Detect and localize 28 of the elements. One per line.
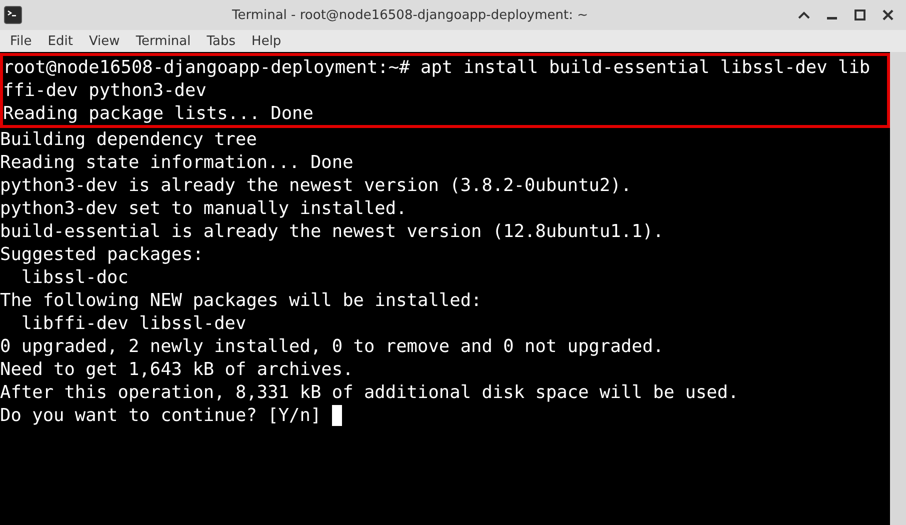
terminal-line: ffi-dev python3-dev bbox=[3, 79, 206, 102]
terminal-line: build-essential is already the newest version (12.8ubuntu1.1). bbox=[0, 220, 664, 243]
menu-item[interactable]: Terminal bbox=[128, 34, 199, 48]
terminal-line: Building dependency tree bbox=[0, 128, 257, 151]
menu-item[interactable]: View bbox=[80, 34, 128, 48]
terminal-line: Reading package lists... Done bbox=[3, 102, 314, 125]
menu-item[interactable]: Edit bbox=[40, 34, 81, 48]
window-title: Terminal - root@node16508-djangoapp-deployment: ~ bbox=[230, 8, 590, 22]
terminal-line: After this operation, 8,331 kB of additional disk space will be used. bbox=[0, 381, 739, 404]
close-icon[interactable] bbox=[882, 9, 894, 21]
terminal-line: python3-dev is already the newest version (3.8.2-0ubuntu2). bbox=[0, 174, 632, 197]
terminal-line: libffi-dev libssl-dev bbox=[20, 312, 246, 335]
terminal-line: python3-dev set to manually installed. bbox=[0, 197, 407, 220]
terminal-line: 0 upgraded, 2 newly installed, 0 to remove and 0 not upgraded. bbox=[0, 335, 664, 358]
terminal-line: libssl-doc bbox=[20, 266, 128, 289]
terminal-line: Suggested packages: bbox=[0, 243, 204, 266]
terminal-icon bbox=[4, 6, 22, 24]
menu-item[interactable]: Tabs bbox=[198, 34, 244, 48]
terminal-line: Reading state information... Done bbox=[0, 151, 354, 174]
terminal-line: root@node16508-djangoapp-deployment:~# apt install build-essential libssl-dev lib bbox=[3, 56, 870, 79]
terminal-line: Do you want to continue? [Y/n] bbox=[0, 404, 322, 427]
menu-item[interactable]: Help bbox=[244, 34, 290, 48]
terminal-line: Need to get 1,643 kB of archives. bbox=[0, 358, 354, 381]
roll-up-icon[interactable] bbox=[798, 10, 810, 20]
scrollbar[interactable] bbox=[890, 52, 906, 525]
maximize-icon[interactable] bbox=[854, 9, 866, 21]
menu-item[interactable]: File bbox=[2, 34, 40, 48]
terminal-line: The following NEW packages will be installed: bbox=[0, 289, 482, 312]
